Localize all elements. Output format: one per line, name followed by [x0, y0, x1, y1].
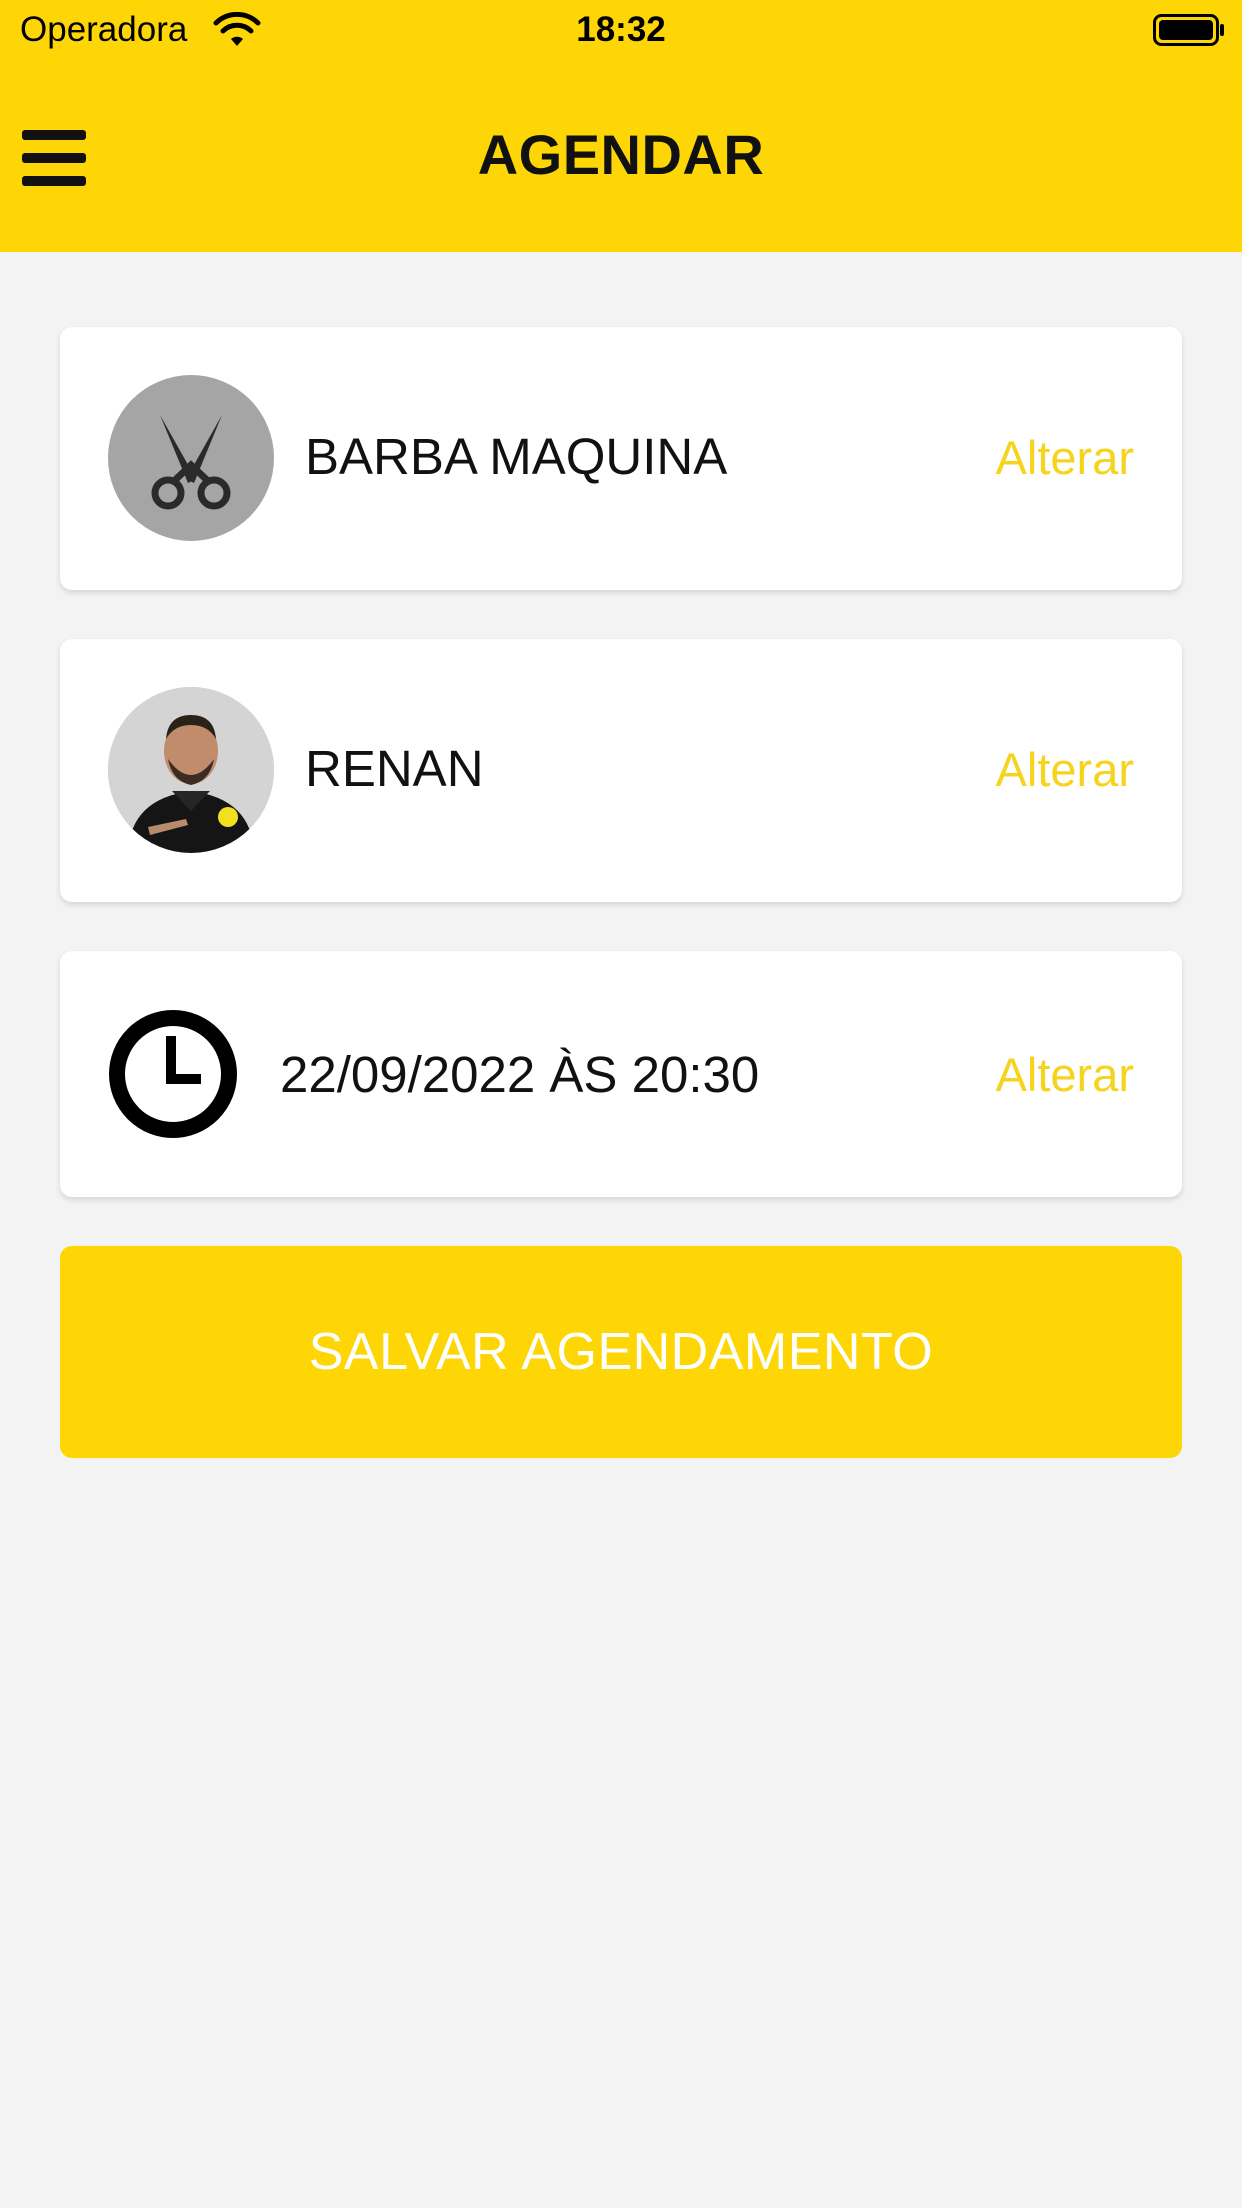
change-barber-link[interactable]: Alterar	[996, 742, 1134, 797]
barber-name: RENAN	[305, 740, 484, 797]
app-header: Operadora 18:32 AGENDAR	[0, 0, 1242, 252]
clock-icon	[109, 1010, 237, 1138]
save-appointment-button[interactable]: SALVAR AGENDAMENTO	[60, 1246, 1182, 1458]
page-title: AGENDAR	[477, 123, 765, 186]
barber-photo	[108, 687, 274, 853]
change-datetime-link[interactable]: Alterar	[996, 1047, 1134, 1102]
barber-photo-illustration	[108, 687, 274, 853]
service-name: BARBA MAQUINA	[305, 428, 728, 485]
scissors-icon	[151, 415, 231, 510]
change-service-link[interactable]: Alterar	[996, 430, 1134, 485]
status-time: 18:32	[576, 10, 666, 49]
datetime-card: 22/09/2022 ÀS 20:30 Alterar	[60, 951, 1182, 1197]
barber-card: RENAN Alterar	[60, 639, 1182, 902]
status-bar: Operadora 18:32	[0, 0, 1242, 62]
appointment-datetime: 22/09/2022 ÀS 20:30	[280, 1046, 760, 1103]
battery-icon	[1153, 14, 1224, 46]
service-avatar	[108, 375, 274, 541]
service-card: BARBA MAQUINA Alterar	[60, 327, 1182, 590]
